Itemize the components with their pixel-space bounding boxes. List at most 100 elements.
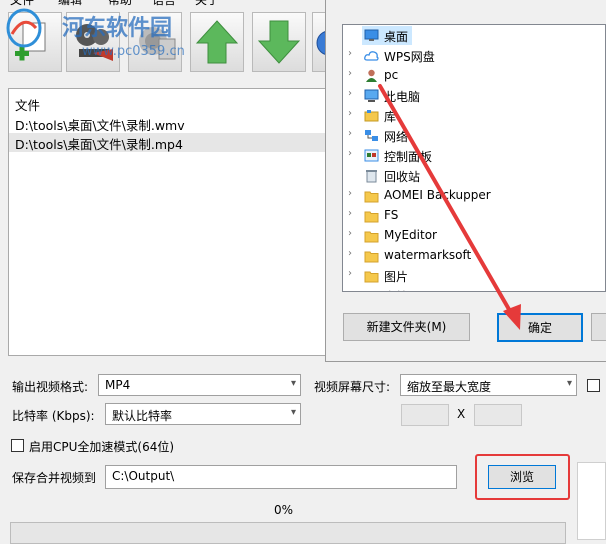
tree-item-label: watermarksoft [384, 248, 472, 262]
keep-ratio-checkbox[interactable] [587, 379, 600, 392]
folder-icon [364, 249, 379, 263]
screen-size-label: 视频屏幕尺寸: [314, 380, 391, 394]
add-file-button[interactable] [8, 12, 62, 72]
desktop-icon [364, 29, 379, 42]
expand-chevron-icon[interactable]: › [348, 188, 352, 199]
tree-item[interactable]: › 库 [343, 106, 605, 126]
cpu-acceleration-checkbox[interactable] [11, 439, 24, 452]
bitrate-label: 比特率 (Kbps): [12, 409, 95, 423]
expand-chevron-icon[interactable]: › [348, 268, 352, 279]
chevron-down-icon: ▾ [290, 407, 296, 418]
file-list[interactable]: 文件 D:\tools\桌面\文件\录制.wmv D:\tools\桌面\文件\… [8, 88, 326, 356]
menu-language[interactable]: 语言 [152, 0, 176, 6]
add-video-button[interactable] [66, 12, 120, 72]
tree-item-label: pc [384, 68, 399, 82]
save-to-label: 保存合并视频到 [12, 471, 97, 485]
tree-item[interactable]: › 图片 [343, 266, 605, 286]
output-format-select[interactable]: MP4 ▾ [98, 374, 301, 396]
tree-item[interactable]: 回收站 [343, 166, 605, 186]
folder-icon [364, 269, 379, 283]
tree-item-label: 图片 [384, 270, 409, 284]
cpu-acceleration-label: 启用CPU全加速模式(64位) [29, 440, 175, 454]
folder-icon [364, 209, 379, 223]
file-list-header: 文件 [15, 98, 41, 113]
expand-chevron-icon[interactable]: › [348, 228, 352, 239]
folder-icon [364, 189, 379, 203]
expand-chevron-icon[interactable]: › [348, 68, 352, 79]
film-reel-icon [76, 24, 113, 61]
tree-item-label: WPS网盘 [384, 50, 435, 64]
progress-percent: 0% [274, 503, 294, 517]
tree-item[interactable]: › FS [343, 206, 605, 226]
network-icon [364, 129, 379, 142]
tree-item-label: 网络 [384, 130, 409, 144]
ok-button[interactable]: 确定 [497, 313, 583, 342]
move-down-button[interactable] [252, 12, 306, 72]
menu-file[interactable]: 文件 [10, 0, 34, 6]
tree-item[interactable]: 桌面 [343, 26, 605, 46]
menu-about[interactable]: 关于 [195, 0, 219, 6]
save-path-input[interactable]: C:\Output\ [105, 465, 457, 489]
height-input[interactable] [474, 404, 522, 426]
tree-item-label: FS [384, 208, 399, 222]
tree-item-label: 桌面 [384, 30, 409, 44]
expand-chevron-icon[interactable]: › [348, 148, 352, 159]
expand-chevron-icon[interactable]: › [348, 248, 352, 259]
move-down-icon [257, 20, 301, 64]
folder-icon [364, 229, 379, 243]
bitrate-value: 默认比特率 [112, 409, 173, 423]
bitrate-select[interactable]: 默认比特率 ▾ [105, 403, 301, 425]
tree-item-label: AOMEI Backupper [384, 188, 491, 202]
width-input[interactable] [401, 404, 449, 426]
screen-size-select[interactable]: 缩放至最大宽度 ▾ [400, 374, 577, 396]
tree-item[interactable]: › AOMEI Backupper [343, 186, 605, 206]
tree-item-label: MyEditor [384, 228, 437, 242]
output-format-value: MP4 [105, 378, 131, 392]
tree-item[interactable]: › 网络 [343, 126, 605, 146]
tree-item[interactable]: › 此电脑 [343, 86, 605, 106]
folder-icon [364, 289, 379, 291]
expand-chevron-icon[interactable]: › [348, 88, 352, 99]
cloud-icon [364, 49, 379, 62]
chevron-down-icon: ▾ [290, 378, 296, 389]
list-item[interactable]: D:\tools\桌面\文件\录制.mp4 [15, 134, 183, 153]
x-separator: X [457, 407, 466, 421]
menu-edit[interactable]: 编辑 [58, 0, 82, 6]
tree-item[interactable]: › MyEditor [343, 226, 605, 246]
move-up-button[interactable] [190, 12, 244, 72]
merge-icon [139, 27, 176, 60]
browse-highlight-box [475, 454, 570, 500]
user-icon [364, 69, 379, 82]
expand-chevron-icon[interactable]: › [348, 48, 352, 59]
progress-bar [10, 522, 566, 544]
tree-item-label: 控制面板 [384, 150, 433, 164]
tree-item-label: 文档 [384, 288, 408, 291]
merge-button[interactable] [128, 12, 182, 72]
expand-chevron-icon[interactable]: › [348, 108, 352, 119]
folder-tree[interactable]: 桌面 › WPS网盘 › pc › 此电脑 › 库 › 网络 › 控制面板 回收站 › AOMEI Backu… [342, 24, 606, 292]
list-item[interactable]: D:\tools\桌面\文件\录制.wmv [15, 115, 185, 134]
tree-item-label: 回收站 [384, 170, 421, 184]
expand-chevron-icon[interactable]: › [348, 208, 352, 219]
toolbar: 文件 编辑 帮助 语言 关于 [0, 0, 342, 78]
save-path-value: C:\Output\ [112, 469, 175, 483]
tree-item[interactable]: › watermarksoft [343, 246, 605, 266]
tree-item[interactable]: › WPS网盘 [343, 46, 605, 66]
tree-item-label: 库 [384, 110, 397, 124]
move-up-icon [195, 20, 239, 64]
expand-chevron-icon[interactable]: › [348, 128, 352, 139]
menu-help[interactable]: 帮助 [108, 0, 132, 6]
chevron-down-icon: ▾ [566, 378, 572, 389]
new-folder-button[interactable]: 新建文件夹(M) [343, 313, 470, 341]
tree-item[interactable]: › 文档 [343, 286, 605, 291]
tree-item[interactable]: › pc [343, 66, 605, 86]
library-icon [364, 109, 379, 122]
menubar: 文件 编辑 帮助 语言 关于 [0, 0, 330, 6]
control-panel-icon [364, 149, 379, 162]
screen-size-value: 缩放至最大宽度 [407, 380, 492, 394]
tree-item[interactable]: › 控制面板 [343, 146, 605, 166]
cancel-button[interactable] [591, 313, 606, 341]
tree-item-label: 此电脑 [384, 90, 421, 104]
expand-chevron-icon[interactable]: › [348, 288, 352, 291]
preview-panel [577, 462, 606, 540]
